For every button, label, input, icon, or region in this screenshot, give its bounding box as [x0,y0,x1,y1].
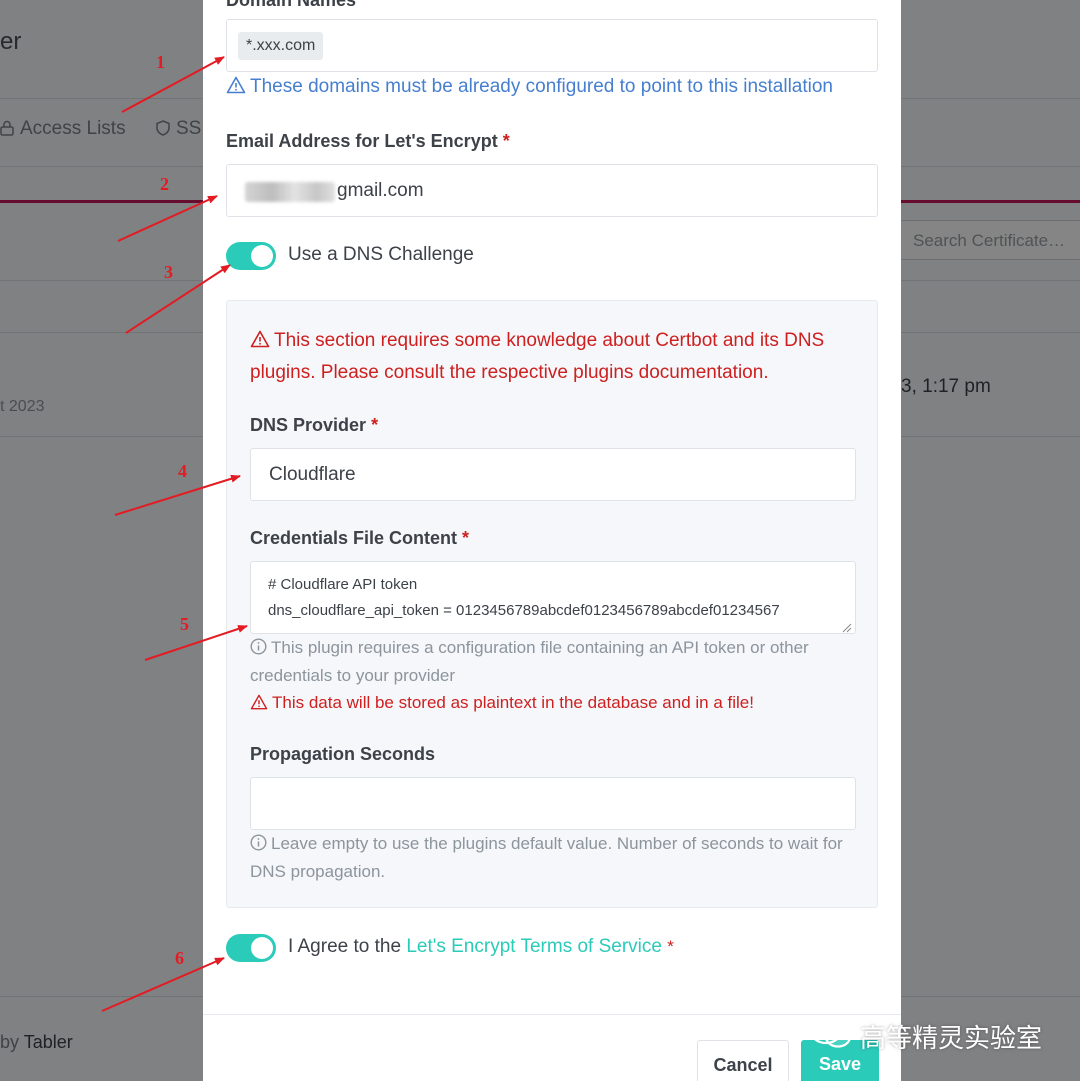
domain-names-label: Domain Names [226,0,357,10]
dns-provider-select[interactable]: Cloudflare [250,448,856,501]
required-mark: * [371,415,379,435]
tos-link[interactable]: Let's Encrypt Terms of Service [406,936,662,957]
credentials-label: Credentials File Content * [250,528,469,549]
domain-hint: These domains must be already configured… [226,76,833,98]
credentials-textarea[interactable]: # Cloudflare API token dns_cloudflare_ap… [250,561,856,634]
modal-footer-divider [203,1014,901,1015]
certificate-modal: Domain Names *.xxx.com These domains mus… [203,0,901,1081]
watermark-text: 高等精灵实验室 [860,1023,1043,1053]
info-circle-icon [250,638,267,655]
credentials-line-1: # Cloudflare API token [268,576,418,593]
dns-warning: This section requires some knowledge abo… [250,325,860,389]
dns-provider-label: DNS Provider * [250,415,378,436]
required-mark: * [462,528,470,548]
warning-triangle-icon [250,330,270,348]
propagation-help-text: Leave empty to use the plugins default v… [250,834,843,881]
cancel-button[interactable]: Cancel [697,1040,789,1081]
warning-triangle-icon [250,694,268,710]
email-input[interactable]: gmail.com [226,164,878,217]
dns-challenge-section: This section requires some knowledge abo… [226,300,878,908]
credentials-label-text: Credentials File Content [250,528,458,548]
required-mark: * [667,937,674,956]
wechat-icon [808,1016,854,1050]
toggle-knob [251,245,273,267]
propagation-help: Leave empty to use the plugins default v… [250,830,860,886]
credentials-help: This plugin requires a configuration fil… [250,634,850,690]
credentials-help-text: This plugin requires a configuration fil… [250,638,809,685]
propagation-label: Propagation Seconds [250,744,436,764]
agree-tos-label: I Agree to the Let's Encrypt Terms of Se… [288,936,674,958]
email-label-text: Email Address for Let's Encrypt [226,131,498,151]
agree-tos-toggle[interactable] [226,934,276,962]
dns-warning-text: This section requires some knowledge abo… [250,330,825,383]
email-value: gmail.com [337,180,424,201]
agree-prefix: I Agree to the [288,936,407,957]
email-label: Email Address for Let's Encrypt * [226,131,510,152]
dns-provider-value: Cloudflare [269,464,356,485]
domain-names-input[interactable]: *.xxx.com [226,19,878,72]
domain-hint-text: These domains must be already configured… [250,76,833,97]
credentials-warning-text: This data will be stored as plaintext in… [272,693,754,712]
toggle-knob [251,937,273,959]
warning-triangle-icon [226,76,246,94]
resize-handle-icon[interactable] [842,620,852,633]
email-redacted-blur [245,182,335,202]
credentials-line-2: dns_cloudflare_api_token = 0123456789abc… [268,602,780,619]
domain-chip[interactable]: *.xxx.com [238,32,324,60]
dns-challenge-toggle[interactable] [226,242,276,270]
info-circle-icon [250,834,267,851]
credentials-warning: This data will be stored as plaintext in… [250,693,754,713]
dns-provider-label-text: DNS Provider [250,415,367,435]
dns-challenge-label: Use a DNS Challenge [288,244,474,265]
required-mark: * [502,131,510,151]
propagation-seconds-input[interactable] [250,777,856,830]
